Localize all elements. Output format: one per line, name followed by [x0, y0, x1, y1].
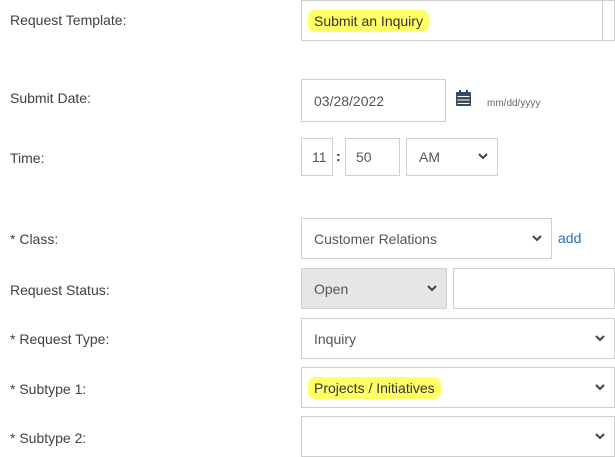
class-add-link[interactable]: add	[558, 230, 581, 246]
request-type-select[interactable]: Inquiry	[301, 318, 615, 359]
class-select[interactable]: Customer Relations	[301, 218, 552, 259]
request-type-value: Inquiry	[314, 330, 357, 347]
time-minute-value: 50	[356, 149, 372, 165]
request-template-value: Submit an Inquiry	[308, 9, 429, 32]
time-hour-value: 11	[312, 149, 327, 165]
subtype1-select[interactable]: Projects / Initiatives	[301, 367, 615, 408]
submit-date-value: 03/28/2022	[314, 92, 385, 109]
request-template-label: Request Template:	[10, 12, 127, 28]
request-type-label: * Request Type:	[10, 331, 110, 347]
subtype1-value: Projects / Initiatives	[308, 376, 441, 399]
chevron-down-icon	[595, 432, 605, 440]
chevron-down-icon	[478, 153, 488, 160]
subtype2-select[interactable]	[301, 416, 615, 457]
class-value: Customer Relations	[314, 230, 437, 247]
time-hour-input[interactable]: 11	[301, 138, 333, 176]
time-minute-input[interactable]: 50	[345, 138, 400, 176]
date-format-hint: mm/dd/yyyy	[487, 98, 541, 109]
request-status-value: Open	[314, 280, 349, 297]
submit-date-input[interactable]: 03/28/2022	[301, 79, 446, 122]
request-template-side-button[interactable]	[602, 0, 615, 41]
calendar-icon[interactable]	[455, 90, 472, 107]
chevron-down-icon	[427, 284, 437, 292]
chevron-down-icon	[595, 383, 605, 391]
time-separator: :	[336, 148, 341, 164]
request-template-field[interactable]: Submit an Inquiry	[301, 0, 603, 41]
time-ampm-value: AM	[419, 149, 440, 165]
chevron-down-icon	[532, 234, 542, 242]
class-label: * Class:	[10, 231, 59, 247]
time-label: Time:	[10, 150, 45, 166]
request-status-label: Request Status:	[10, 282, 110, 298]
subtype2-label: * Subtype 2:	[10, 430, 87, 446]
subtype1-label: * Subtype 1:	[10, 381, 87, 397]
chevron-down-icon	[595, 334, 605, 342]
request-status-extra-input[interactable]	[453, 268, 615, 309]
request-status-select[interactable]: Open	[301, 268, 447, 309]
time-ampm-select[interactable]: AM	[406, 138, 498, 176]
submit-date-label: Submit Date:	[10, 90, 91, 106]
